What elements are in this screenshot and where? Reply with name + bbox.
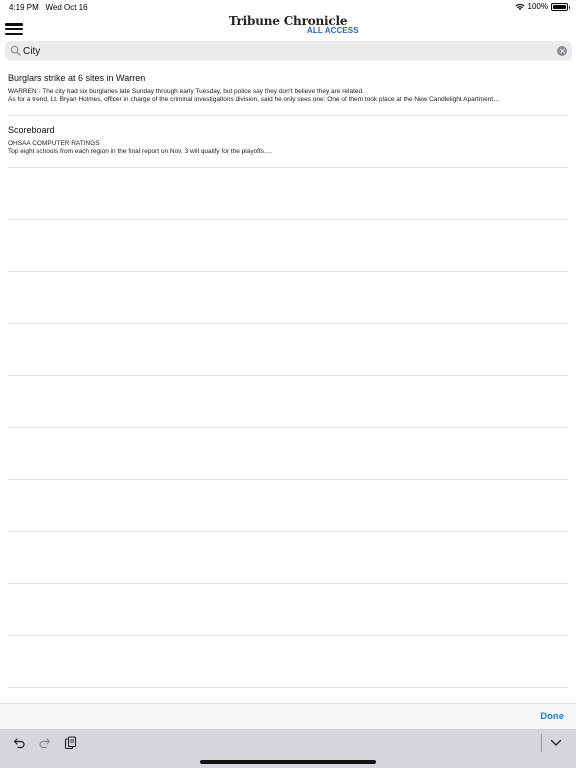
empty-row: [8, 480, 568, 532]
empty-row: [8, 168, 568, 220]
app-header: Tribune Chronicle ALL ACCESS: [0, 12, 576, 40]
redo-icon[interactable]: [37, 736, 51, 750]
result-item[interactable]: Burglars strike at 6 sites in Warren WAR…: [8, 64, 568, 116]
empty-row: [8, 324, 568, 376]
empty-row: [8, 636, 568, 688]
logo-subtitle: ALL ACCESS: [307, 26, 359, 35]
status-time: 4:19 PM Wed Oct 16: [9, 3, 88, 12]
logo-title: Tribune Chronicle: [228, 14, 348, 28]
empty-row: [8, 532, 568, 584]
empty-row: [8, 220, 568, 272]
clipboard-icon[interactable]: [63, 736, 77, 750]
result-title: Burglars strike at 6 sites in Warren: [8, 73, 146, 83]
result-snippet: Top eight schools from each region in th…: [8, 148, 273, 155]
app-logo: Tribune Chronicle: [0, 15, 576, 28]
empty-row: [8, 584, 568, 636]
keyboard-shortcut-bar: [0, 729, 576, 768]
status-date: Wed Oct 16: [45, 3, 88, 12]
battery-fill: [553, 4, 566, 9]
wifi-icon: [515, 3, 524, 10]
empty-row: [8, 272, 568, 324]
keyboard-accessory-bar: Done: [0, 703, 576, 729]
done-button[interactable]: Done: [540, 711, 564, 722]
result-title: Scoreboard: [8, 125, 55, 135]
status-indicators: 100%: [515, 2, 570, 11]
status-clock: 4:19 PM: [9, 3, 39, 12]
result-snippet: OHSAA COMPUTER RATINGS: [8, 140, 100, 147]
battery-icon: [551, 2, 570, 11]
search-bar[interactable]: [5, 41, 572, 61]
chevron-down-icon[interactable]: [549, 736, 563, 750]
clear-icon[interactable]: [557, 46, 567, 56]
toolbar-divider: [541, 734, 542, 752]
empty-list-rows: [8, 168, 568, 688]
undo-icon[interactable]: [12, 736, 26, 750]
result-snippet: As for a trend, Lt. Bryan Holmes, office…: [8, 96, 500, 103]
result-snippet: WARREN - The city had six burglaries lat…: [8, 88, 364, 95]
magnifier-icon: [10, 45, 21, 56]
search-input[interactable]: [23, 43, 543, 59]
search-results: Burglars strike at 6 sites in Warren WAR…: [0, 64, 576, 168]
empty-row: [8, 376, 568, 428]
result-item[interactable]: Scoreboard OHSAA COMPUTER RATINGS Top ei…: [8, 116, 568, 168]
home-indicator: [200, 760, 376, 764]
battery-percent: 100%: [527, 2, 548, 11]
empty-row: [8, 428, 568, 480]
